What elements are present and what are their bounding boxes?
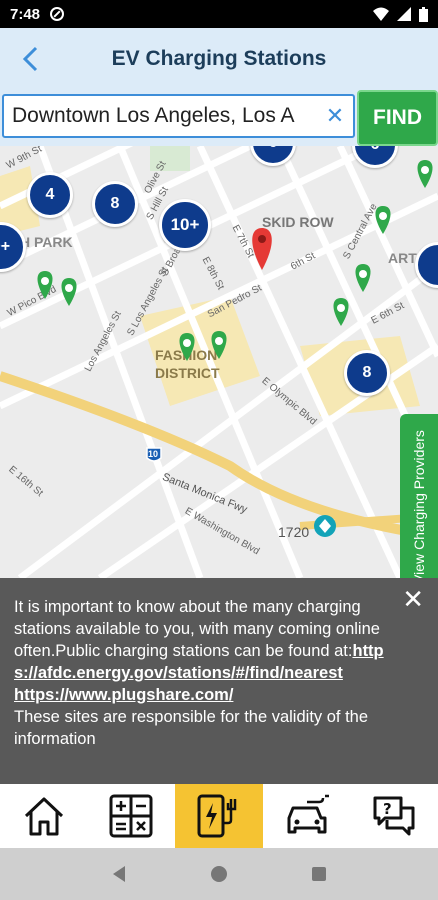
nav-charging[interactable] xyxy=(175,784,263,848)
status-bar: 7:48 xyxy=(0,0,438,28)
recents-square-icon[interactable] xyxy=(311,866,327,882)
charging-station-pin[interactable] xyxy=(372,206,394,234)
cluster-marker[interactable]: 4 xyxy=(27,172,73,218)
close-icon[interactable]: ✕ xyxy=(402,586,424,612)
charging-station-icon xyxy=(197,794,237,838)
charging-station-pin[interactable] xyxy=(414,160,436,188)
search-box[interactable]: Downtown Los Angeles, Los A ✕ xyxy=(2,94,355,138)
charging-station-pin[interactable] xyxy=(352,264,374,292)
svg-text:?: ? xyxy=(383,800,392,818)
nav-home[interactable] xyxy=(0,784,88,848)
status-time: 7:48 xyxy=(10,5,41,23)
charging-station-pin[interactable] xyxy=(34,271,56,299)
charging-station-pin[interactable] xyxy=(330,298,352,326)
ev-car-icon xyxy=(287,794,329,834)
label-art: ART xyxy=(388,250,417,266)
cluster-marker[interactable]: 10+ xyxy=(159,199,211,251)
status-icons xyxy=(373,6,428,22)
battery-icon xyxy=(419,6,428,22)
cluster-marker[interactable]: 8 xyxy=(344,350,390,396)
search-row: Downtown Los Angeles, Los A ✕ FIND xyxy=(0,90,438,146)
dnd-icon xyxy=(50,7,65,21)
info-text-1: It is important to know about the many c… xyxy=(14,598,380,660)
info-panel: ✕ It is important to know about the many… xyxy=(0,578,438,784)
map-view[interactable]: SKID ROW FASHION DISTRICT H PARK ART San… xyxy=(0,146,438,578)
cluster-marker[interactable]: 8 xyxy=(92,181,138,227)
home-icon xyxy=(24,797,63,836)
wifi-icon xyxy=(373,7,389,21)
back-triangle-icon[interactable] xyxy=(111,865,127,883)
label-exit-10: 10 xyxy=(148,449,159,459)
find-button[interactable]: FIND xyxy=(357,90,438,146)
system-nav-bar xyxy=(0,848,438,900)
info-text-2: These sites are responsible for the vali… xyxy=(14,708,369,748)
bottom-nav: ? xyxy=(0,784,438,848)
label-skid-row: SKID ROW xyxy=(262,214,334,230)
label-park: H PARK xyxy=(20,234,73,250)
clear-icon[interactable]: ✕ xyxy=(317,103,353,129)
nav-calculator[interactable] xyxy=(88,784,176,848)
app-bar: EV Charging Stations xyxy=(0,28,438,90)
back-button[interactable] xyxy=(0,28,60,90)
directions-icon xyxy=(314,515,336,537)
calculator-icon xyxy=(109,794,153,838)
chevron-left-icon xyxy=(22,46,38,72)
signal-icon xyxy=(397,7,411,21)
nav-help[interactable]: ? xyxy=(350,784,438,848)
nav-vehicle[interactable] xyxy=(263,784,351,848)
search-input[interactable]: Downtown Los Angeles, Los A xyxy=(12,104,317,128)
providers-tab-label: View Charging Providers xyxy=(411,430,428,578)
faq-chat-icon: ? xyxy=(373,796,415,836)
plugshare-link[interactable]: https://www.plugshare.com/ xyxy=(14,686,233,704)
charging-station-pin[interactable] xyxy=(176,333,198,361)
view-charging-providers-tab[interactable]: View Charging Providers xyxy=(400,414,438,578)
page-title: EV Charging Stations xyxy=(111,47,327,70)
charging-station-pin[interactable] xyxy=(208,331,230,359)
info-text: It is important to know about the many c… xyxy=(14,596,424,750)
home-circle-icon[interactable] xyxy=(210,865,228,883)
charging-station-pin[interactable] xyxy=(58,278,80,306)
label-exit-1720: 1720 xyxy=(278,524,310,540)
